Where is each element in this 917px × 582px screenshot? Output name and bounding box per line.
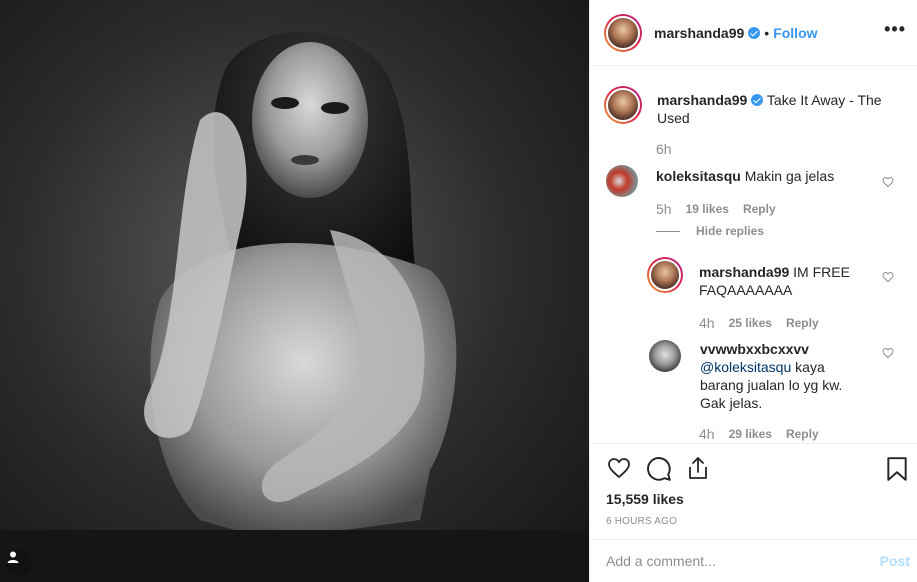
separator-dot: • bbox=[764, 24, 770, 41]
reply-username[interactable]: vvwwbxxbcxxvv bbox=[700, 340, 870, 358]
like-heart-icon[interactable] bbox=[606, 456, 632, 480]
hide-replies-button[interactable]: Hide replies bbox=[696, 224, 764, 238]
bookmark-icon[interactable] bbox=[886, 456, 908, 482]
reply-reply-button[interactable]: Reply bbox=[786, 427, 819, 441]
comment-likes[interactable]: 19 likes bbox=[686, 202, 729, 216]
add-comment-bar: Post bbox=[590, 539, 917, 582]
photo-artwork bbox=[0, 31, 589, 582]
comment-time[interactable]: 5h bbox=[656, 201, 672, 217]
reply-meta: 4h 25 likes Reply bbox=[699, 315, 819, 331]
more-options-icon[interactable]: ••• bbox=[884, 20, 906, 38]
comment-username[interactable]: koleksitasqu bbox=[656, 168, 741, 184]
follow-button[interactable]: Follow bbox=[773, 25, 817, 41]
author-avatar[interactable] bbox=[604, 13, 642, 52]
caption-text-block: marshanda99 Take It Away - The Used bbox=[657, 91, 892, 127]
comment-text-block: koleksitasqu Makin ga jelas bbox=[656, 167, 834, 197]
reply-text-block: vvwwbxxbcxxvv @koleksitasqu kaya barang … bbox=[700, 340, 870, 412]
post-photo[interactable] bbox=[0, 0, 589, 582]
replies-divider bbox=[656, 231, 680, 232]
verified-badge-icon bbox=[751, 94, 764, 106]
caption-time[interactable]: 6h bbox=[656, 141, 672, 157]
share-icon[interactable] bbox=[686, 455, 710, 481]
post-side-panel: marshanda99 • Follow ••• marshanda99 Tak… bbox=[589, 0, 917, 582]
reply-like-heart-icon[interactable] bbox=[882, 271, 894, 283]
author-username[interactable]: marshanda99 bbox=[654, 25, 744, 41]
post-comment-button[interactable]: Post bbox=[880, 553, 910, 569]
comment-row: koleksitasqu Makin ga jelas bbox=[606, 165, 834, 197]
instagram-post-modal: marshanda99 • Follow ••• marshanda99 Tak… bbox=[0, 0, 917, 582]
caption-username[interactable]: marshanda99 bbox=[657, 92, 747, 108]
reply-reply-button[interactable]: Reply bbox=[786, 316, 819, 330]
comment-icon[interactable] bbox=[646, 456, 672, 482]
comment-meta: 5h 19 likes Reply bbox=[656, 201, 776, 217]
caption-avatar[interactable] bbox=[604, 86, 642, 124]
reply-like-heart-icon[interactable] bbox=[882, 347, 894, 359]
reply-mention-link[interactable]: @koleksitasqu bbox=[700, 359, 791, 375]
comments-list[interactable]: marshanda99 Take It Away - The Used 6h k… bbox=[590, 67, 917, 443]
reply-text-block: marshanda99 IM FREE FAQAAAAAAA bbox=[699, 263, 869, 299]
reply-time[interactable]: 4h bbox=[699, 315, 715, 331]
reply-avatar[interactable] bbox=[647, 257, 683, 293]
post-header: marshanda99 • Follow ••• bbox=[590, 0, 917, 66]
header-user-line: marshanda99 • Follow bbox=[654, 25, 818, 41]
reply-username[interactable]: marshanda99 bbox=[699, 264, 789, 280]
likes-count[interactable]: 15,559 likes bbox=[606, 491, 684, 507]
verified-badge-icon bbox=[748, 26, 761, 39]
caption-meta: 6h bbox=[656, 141, 672, 157]
reply-time[interactable]: 4h bbox=[699, 426, 715, 442]
reply-row: vvwwbxxbcxxvv @koleksitasqu kaya barang … bbox=[649, 340, 870, 412]
comment-text: Makin ga jelas bbox=[744, 168, 835, 184]
reply-meta: 4h 29 likes Reply bbox=[699, 426, 819, 442]
comment-input[interactable] bbox=[606, 553, 880, 569]
reply-likes[interactable]: 25 likes bbox=[729, 316, 772, 330]
post-actions: 15,559 likes 6 HOURS AGO bbox=[590, 443, 917, 539]
comment-like-heart-icon[interactable] bbox=[882, 176, 894, 188]
posted-time[interactable]: 6 HOURS AGO bbox=[606, 516, 677, 527]
reply-likes[interactable]: 29 likes bbox=[729, 427, 772, 441]
comment-reply-button[interactable]: Reply bbox=[743, 202, 776, 216]
caption-row: marshanda99 Take It Away - The Used bbox=[604, 86, 892, 127]
reply-row: marshanda99 IM FREE FAQAAAAAAA bbox=[647, 257, 869, 299]
user-tag-icon[interactable] bbox=[6, 550, 32, 576]
commenter-avatar[interactable] bbox=[606, 165, 638, 197]
reply-avatar[interactable] bbox=[649, 340, 681, 372]
